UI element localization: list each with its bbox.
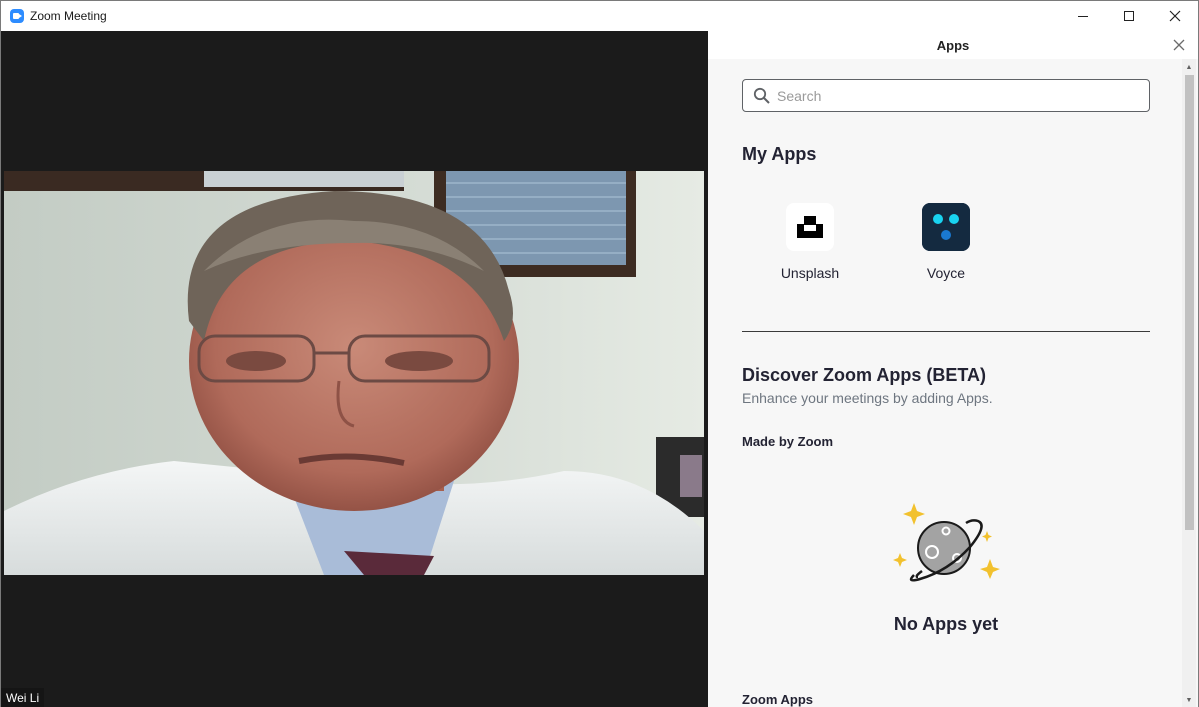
made-by-zoom-heading: Made by Zoom (742, 434, 834, 449)
maximize-icon (1124, 11, 1134, 21)
scroll-up-icon[interactable]: ▲ (1182, 60, 1196, 74)
apps-search-box[interactable] (742, 79, 1150, 112)
apps-panel-close-button[interactable] (1170, 36, 1188, 54)
section-divider (742, 331, 1150, 332)
my-apps-heading: My Apps (742, 144, 817, 164)
no-apps-empty-state: No Apps yet (893, 614, 999, 634)
scroll-down-icon[interactable]: ▼ (1182, 693, 1196, 707)
app-label-unsplash: Unsplash (780, 265, 840, 281)
planet-illustration-icon (893, 503, 1000, 582)
app-tile-unsplash[interactable]: Unsplash (760, 203, 860, 289)
window-titlebar: Zoom Meeting (1, 1, 1198, 31)
zoom-apps-heading: Zoom Apps (742, 692, 814, 707)
apps-panel: Apps My Apps Unsplash (708, 31, 1198, 707)
minimize-button[interactable] (1060, 1, 1106, 31)
apps-search-input[interactable] (777, 87, 1137, 104)
participant-name-label: Wei Li (1, 688, 45, 707)
close-icon (1169, 10, 1181, 22)
app-tile-voyce[interactable]: Voyce (896, 203, 996, 289)
video-area[interactable]: Wei Li (1, 31, 708, 707)
search-icon (753, 87, 770, 104)
participant-video-image (4, 171, 704, 575)
participant-video[interactable] (4, 171, 704, 575)
voyce-icon (922, 203, 970, 251)
apps-panel-header: Apps (708, 31, 1198, 59)
maximize-button[interactable] (1106, 1, 1152, 31)
minimize-icon (1078, 15, 1088, 17)
apps-panel-scrollbar[interactable]: ▲ ▼ (1182, 59, 1196, 707)
close-window-button[interactable] (1152, 1, 1198, 31)
discover-heading: Discover Zoom Apps (BETA) (742, 365, 987, 385)
discover-subtitle: Enhance your meetings by adding Apps. (742, 390, 993, 406)
zoom-app-icon (10, 9, 24, 23)
close-icon (1173, 39, 1185, 51)
apps-panel-title: Apps (936, 37, 970, 53)
window-controls (1060, 1, 1198, 31)
app-label-voyce: Voyce (926, 265, 966, 281)
window-title: Zoom Meeting (30, 9, 107, 23)
scrollbar-thumb[interactable] (1185, 75, 1194, 530)
unsplash-icon (786, 203, 834, 251)
